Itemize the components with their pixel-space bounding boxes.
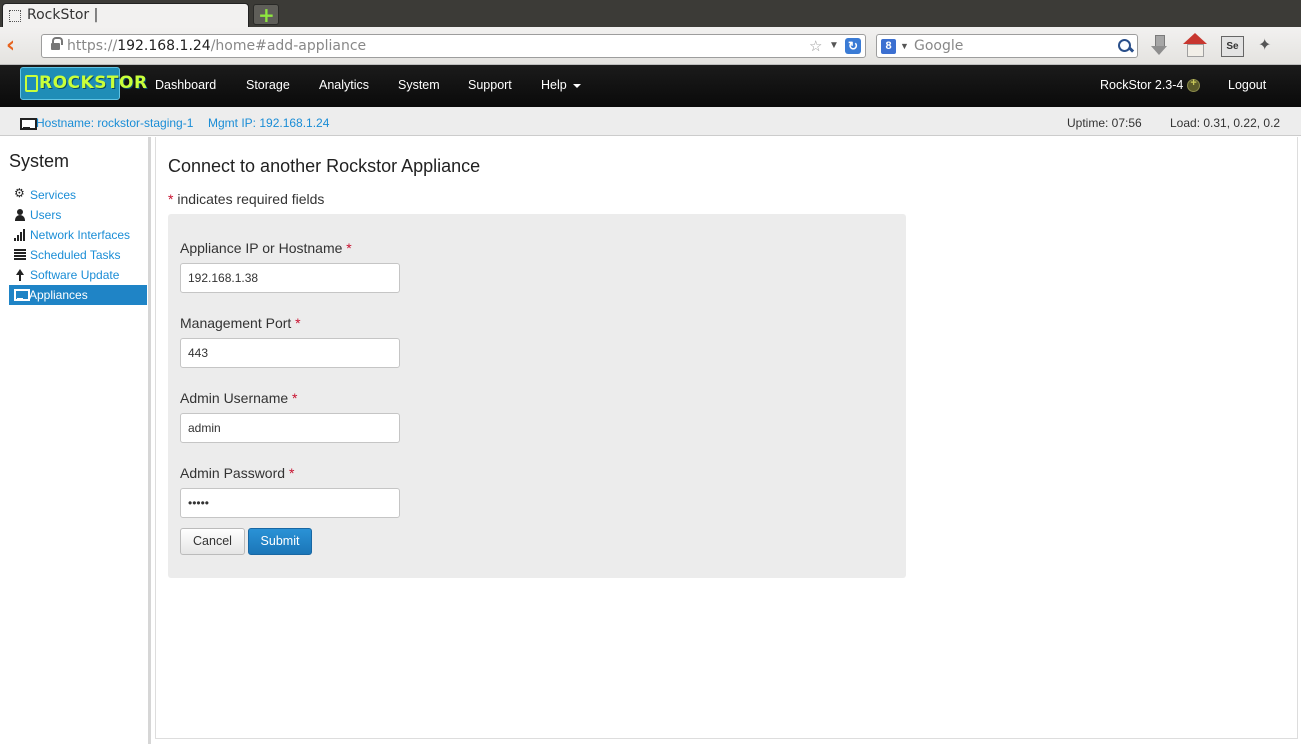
add-appliance-form: Appliance IP or Hostname * Management Po… [168, 214, 906, 578]
nav-analytics[interactable]: Analytics [319, 78, 369, 92]
logout-link[interactable]: Logout [1228, 78, 1266, 92]
extension-icon[interactable] [1255, 33, 1279, 59]
management-port-input[interactable] [180, 338, 400, 368]
plus-icon: + [258, 3, 275, 27]
gear-icon [14, 186, 26, 201]
new-tab-button[interactable]: + [253, 3, 279, 27]
sidebar-item-label: Software Update [30, 268, 120, 282]
cancel-button[interactable]: Cancel [180, 528, 245, 555]
sidebar-item-users[interactable]: Users [9, 205, 147, 225]
url-text[interactable]: https://192.168.1.24/home#add-appliance [67, 38, 366, 54]
home-icon[interactable] [1182, 33, 1207, 59]
browser-tab-title: RockStor | [27, 7, 99, 23]
ip-label: Appliance IP or Hostname * [180, 240, 352, 256]
sidebar-item-network-interfaces[interactable]: Network Interfaces [9, 225, 147, 245]
browser-toolbar: ‹ https://192.168.1.24/home#add-applianc… [0, 27, 1301, 65]
selenium-ide-icon[interactable] [1220, 33, 1244, 59]
mgmt-ip-link[interactable]: Mgmt IP: 192.168.1.24 [208, 116, 329, 130]
sidebar-item-appliances[interactable]: Appliances [9, 285, 147, 305]
bookmark-star-icon[interactable]: ☆ [809, 37, 822, 55]
page-favicon-icon [9, 10, 21, 22]
sidebar-item-label: Network Interfaces [30, 228, 131, 242]
user-icon [14, 209, 26, 221]
version-info[interactable]: RockStor 2.3-4 [1100, 77, 1201, 93]
browser-tab[interactable]: RockStor | [2, 3, 249, 27]
ip-hostname-input[interactable] [180, 263, 400, 293]
nav-system[interactable]: System [398, 78, 440, 92]
signal-icon [14, 229, 26, 241]
tasks-icon [14, 249, 26, 261]
search-engine-icon[interactable]: 8 [881, 39, 896, 54]
sidebar-item-label: Users [30, 208, 62, 222]
load-text: Load: 0.31, 0.22, 0.2 [1170, 116, 1281, 130]
history-dropdown-icon[interactable]: ▼ [829, 40, 839, 51]
port-label: Management Port * [180, 315, 301, 331]
reload-icon[interactable]: ↻ [845, 38, 861, 54]
search-engine-dropdown-icon[interactable]: ▼ [900, 41, 909, 51]
admin-username-input[interactable] [180, 413, 400, 443]
sidebar-item-services[interactable]: Services [9, 185, 147, 205]
sidebar-item-label: Scheduled Tasks [30, 248, 121, 262]
hostname-link[interactable]: Hostname: rockstor-staging-1 [36, 116, 193, 130]
rockstor-logo[interactable]: ROCKSTOR [20, 67, 147, 100]
sidebar: System Services Users Network Interfaces… [0, 137, 151, 744]
update-status-icon [1187, 77, 1201, 93]
username-label: Admin Username * [180, 390, 298, 406]
app-navbar: ROCKSTOR Dashboard Storage Analytics Sys… [0, 65, 1301, 107]
nav-support[interactable]: Support [468, 78, 512, 92]
back-arrow-icon[interactable]: ‹ [6, 34, 26, 58]
rockstor-hand-icon [25, 75, 38, 92]
required-fields-note: * indicates required fields [168, 191, 325, 207]
nav-dashboard[interactable]: Dashboard [155, 78, 216, 92]
search-icon[interactable] [1117, 38, 1133, 54]
submit-button[interactable]: Submit [248, 528, 312, 555]
sidebar-item-label: Appliances [29, 288, 88, 302]
sidebar-title: System [9, 151, 70, 171]
nav-help[interactable]: Help [541, 78, 581, 92]
sidebar-item-label: Services [30, 188, 77, 202]
admin-password-input[interactable] [180, 488, 400, 518]
monitor-icon [14, 289, 30, 301]
caret-down-icon [572, 83, 581, 88]
url-bar[interactable]: https://192.168.1.24/home#add-appliance … [41, 34, 866, 58]
nav-storage[interactable]: Storage [246, 78, 290, 92]
main-content: Connect to another Rockstor Appliance * … [155, 137, 1298, 739]
page-title: Connect to another Rockstor Appliance [168, 156, 481, 176]
download-icon[interactable] [1148, 33, 1172, 59]
lock-icon [51, 37, 63, 51]
sidebar-item-software-update[interactable]: Software Update [9, 265, 147, 285]
search-bar[interactable]: 8 ▼ Google [876, 34, 1138, 58]
status-bar: Hostname: rockstor-staging-1 Mgmt IP: 19… [0, 107, 1301, 136]
sidebar-item-scheduled-tasks[interactable]: Scheduled Tasks [9, 245, 147, 265]
uptime-text: Uptime: 07:56 [1067, 116, 1142, 130]
browser-tab-strip: RockStor | + [0, 0, 1301, 27]
arrow-up-icon [14, 269, 26, 281]
password-label: Admin Password * [180, 465, 295, 481]
monitor-icon [20, 118, 37, 130]
search-placeholder: Google [914, 38, 964, 54]
